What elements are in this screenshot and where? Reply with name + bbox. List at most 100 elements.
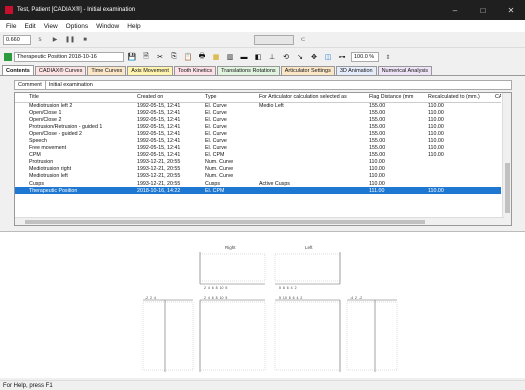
col-flag-distance-header[interactable]: Flag Distance (mm.) bbox=[355, 93, 414, 103]
table-cell bbox=[414, 159, 481, 166]
menu-edit[interactable]: Edit bbox=[20, 23, 39, 30]
tab-bar: Contents CADIAX® Curves Time Curves Axis… bbox=[0, 65, 525, 76]
document-icon[interactable]: 🗎 bbox=[140, 51, 152, 63]
table-row[interactable]: Mediotrusion right 1993-12-21, 20:55 Num. … bbox=[15, 166, 501, 173]
pause-icon[interactable]: ❚❚ bbox=[64, 34, 76, 46]
fit-icon[interactable]: ⊶ bbox=[336, 51, 348, 63]
table-cell: Open/Close 1 bbox=[29, 109, 62, 116]
tab-cadiax-curves[interactable]: CADIAX® Curves bbox=[34, 66, 87, 75]
tab-articulator-settings[interactable]: Articulator Settings bbox=[280, 66, 335, 75]
table-cell bbox=[481, 109, 501, 116]
comment-field[interactable]: Initial examination bbox=[46, 82, 93, 88]
horizontal-scrollbar[interactable] bbox=[15, 217, 504, 225]
tab-contents[interactable]: Contents bbox=[2, 65, 34, 75]
menu-help[interactable]: Help bbox=[123, 23, 144, 30]
video-icon[interactable]: ▬ bbox=[238, 51, 250, 63]
save-icon[interactable]: 💾 bbox=[126, 51, 138, 63]
table-cell: 1992-05-15, 12:41 bbox=[137, 152, 181, 159]
table-cell: 110.00 bbox=[428, 123, 444, 130]
stop-icon[interactable]: ■ bbox=[79, 34, 91, 46]
table-row[interactable]: Open/Close 2 1992-05-15, 12:41 El. Curve 15… bbox=[15, 116, 501, 123]
table-cell bbox=[245, 187, 355, 195]
table-cell: 155.00 bbox=[369, 123, 386, 130]
menu-view[interactable]: View bbox=[40, 23, 62, 30]
table-cell bbox=[414, 173, 481, 180]
play-icon[interactable]: ▶ bbox=[49, 34, 61, 46]
table-row[interactable]: CPM 1992-05-15, 12:41 El. CPM 155.00 110.00 bbox=[15, 152, 501, 159]
table-row[interactable]: Speech 1992-05-15, 12:41 El. Curve 155.00 11… bbox=[15, 137, 501, 144]
position-select[interactable]: Therapeutic Position 2018-10-16 bbox=[14, 52, 124, 62]
table-cell: 110.00 bbox=[428, 145, 444, 152]
table-header-row: Title Created on Type For Articulator ca… bbox=[15, 93, 501, 103]
scale-bottom-mid: 2 4 6 8 10 5 bbox=[204, 296, 228, 300]
tab-tooth-kinetics[interactable]: Tooth Kinetics bbox=[173, 66, 217, 75]
tab-3d-animation[interactable]: 3D Animation bbox=[335, 66, 377, 75]
col-articulator-header[interactable]: For Articulator calculation selected as bbox=[245, 93, 355, 103]
print-icon[interactable]: 🖶 bbox=[196, 51, 208, 63]
table-row[interactable]: Protrusion/Retrusion - guided 1 1992-05-1… bbox=[15, 123, 501, 130]
copy-icon[interactable]: ⎘ bbox=[168, 51, 180, 63]
rotate-icon[interactable]: ⟲ bbox=[280, 51, 292, 63]
tilt-icon[interactable]: ↘ bbox=[294, 51, 306, 63]
scale-bottom-right: -4 2 -2 bbox=[350, 296, 363, 300]
table-cell bbox=[481, 145, 501, 152]
col-title-header[interactable]: Title bbox=[15, 93, 123, 103]
move-icon[interactable]: ✥ bbox=[308, 51, 320, 63]
minimize-button[interactable]: – bbox=[441, 0, 469, 20]
scale-top-right: 2 4 6 8 10 5 bbox=[204, 286, 228, 290]
table-cell: 110.00 bbox=[369, 166, 385, 173]
table-row[interactable]: Protrusion 1993-12-21, 20:55 Num. Curve 110… bbox=[15, 159, 501, 166]
vertical-scrollbar[interactable] bbox=[502, 93, 511, 225]
col-created-header[interactable]: Created on bbox=[123, 93, 191, 103]
table-row[interactable]: Free movement 1992-05-15, 12:41 El. Curve 1… bbox=[15, 145, 501, 152]
table-row[interactable]: Mediotrusion left 1993-12-21, 20:55 Num. C… bbox=[15, 173, 501, 180]
col-cae-header[interactable]: CAE bbox=[481, 93, 501, 103]
status-bar: For Help, press F1 bbox=[0, 380, 525, 390]
zoom-spin-icon[interactable]: ⇕ bbox=[382, 51, 394, 63]
grid-icon[interactable]: ▦ bbox=[210, 51, 222, 63]
cut-icon[interactable]: ✂ bbox=[154, 51, 166, 63]
menu-window[interactable]: Window bbox=[92, 23, 123, 30]
table-cell bbox=[481, 187, 501, 195]
table-cell bbox=[414, 166, 481, 173]
table-row[interactable]: Therapeutic Position 2018-10-16, 14:22 El.… bbox=[15, 187, 501, 195]
table-cell: 1992-05-15, 12:41 bbox=[137, 123, 181, 130]
col-recalculated-header[interactable]: Recalculated to (mm.) bbox=[414, 93, 481, 103]
paste-icon[interactable]: 📋 bbox=[182, 51, 194, 63]
table-cell: 1992-05-15, 12:41 bbox=[137, 130, 181, 137]
table-row[interactable]: Open/Close - guided 2 1992-05-15, 12:41 El… bbox=[15, 130, 501, 137]
time-input[interactable]: 0.660 bbox=[3, 34, 31, 45]
window-title: Test, Patient [CADIAX®] - Initial examin… bbox=[17, 7, 136, 13]
view-icon[interactable]: ◫ bbox=[322, 51, 334, 63]
table-cell: 155.00 bbox=[369, 145, 386, 152]
chart-icon[interactable]: ▥ bbox=[224, 51, 236, 63]
table-cell bbox=[245, 159, 355, 166]
comment-bar: Comment Initial examination bbox=[14, 80, 512, 90]
col-type-header[interactable]: Type bbox=[191, 93, 245, 103]
table-cell bbox=[245, 116, 355, 123]
zoom-field[interactable]: 100.0 % bbox=[351, 52, 379, 62]
table-cell: El. Curve bbox=[205, 109, 227, 116]
tab-translations-rotations[interactable]: Translations Rotations bbox=[217, 66, 280, 75]
menu-options[interactable]: Options bbox=[62, 23, 92, 30]
close-button[interactable]: ✕ bbox=[497, 0, 525, 20]
table-cell bbox=[481, 180, 501, 187]
table-row[interactable]: Cusps 1993-12-21, 20:55 Cusps Active Cusps 1… bbox=[15, 180, 501, 187]
tab-time-curves[interactable]: Time Curves bbox=[87, 66, 127, 75]
curve-grid-drawing bbox=[142, 252, 398, 372]
time-unit-label: s bbox=[38, 36, 42, 43]
disabled-field bbox=[254, 34, 294, 45]
table-cell: Cusps bbox=[29, 180, 45, 187]
table-cell bbox=[245, 152, 355, 159]
table-cell: 1992-05-15, 12:41 bbox=[137, 138, 181, 145]
table-row[interactable]: Open/Close 1 1992-05-15, 12:41 El. Curve 15… bbox=[15, 109, 501, 116]
table-cell: 1993-12-21, 20:55 bbox=[137, 166, 181, 173]
measure-icon[interactable]: ⊥ bbox=[266, 51, 278, 63]
layer-icon[interactable]: ◧ bbox=[252, 51, 264, 63]
maximize-button[interactable]: □ bbox=[469, 0, 497, 20]
table-row[interactable]: Mediotrusion left 2 1992-05-15, 12:41 El. … bbox=[15, 102, 501, 109]
table-cell: El. CPM bbox=[205, 152, 225, 159]
tab-numerical-analysis[interactable]: Numerical Analysis bbox=[377, 66, 433, 75]
tab-axis-movement[interactable]: Axis Movement bbox=[127, 66, 173, 75]
menu-file[interactable]: File bbox=[2, 23, 20, 30]
